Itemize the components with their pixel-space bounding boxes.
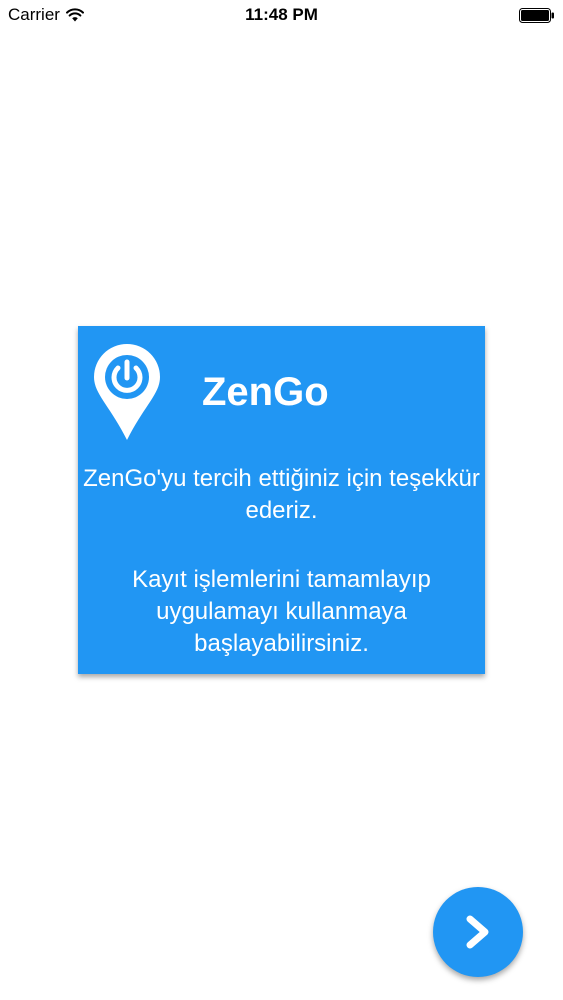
welcome-card: ZenGo ZenGo'yu tercih ettiğiniz için teş… xyxy=(78,326,485,674)
next-button[interactable] xyxy=(433,887,523,977)
status-time: 11:48 PM xyxy=(245,5,318,24)
registration-message: Kayıt işlemlerini tamamlayıp uygulamayı … xyxy=(132,566,431,657)
thank-you-message: ZenGo'yu tercih ettiğiniz için teşekkür … xyxy=(83,465,480,524)
app-title: ZenGo xyxy=(202,370,329,414)
battery-icon xyxy=(519,8,555,23)
location-pin-power-icon xyxy=(92,342,162,442)
chevron-right-icon xyxy=(461,915,495,949)
status-bar: Carrier 11:48 PM xyxy=(0,0,563,30)
